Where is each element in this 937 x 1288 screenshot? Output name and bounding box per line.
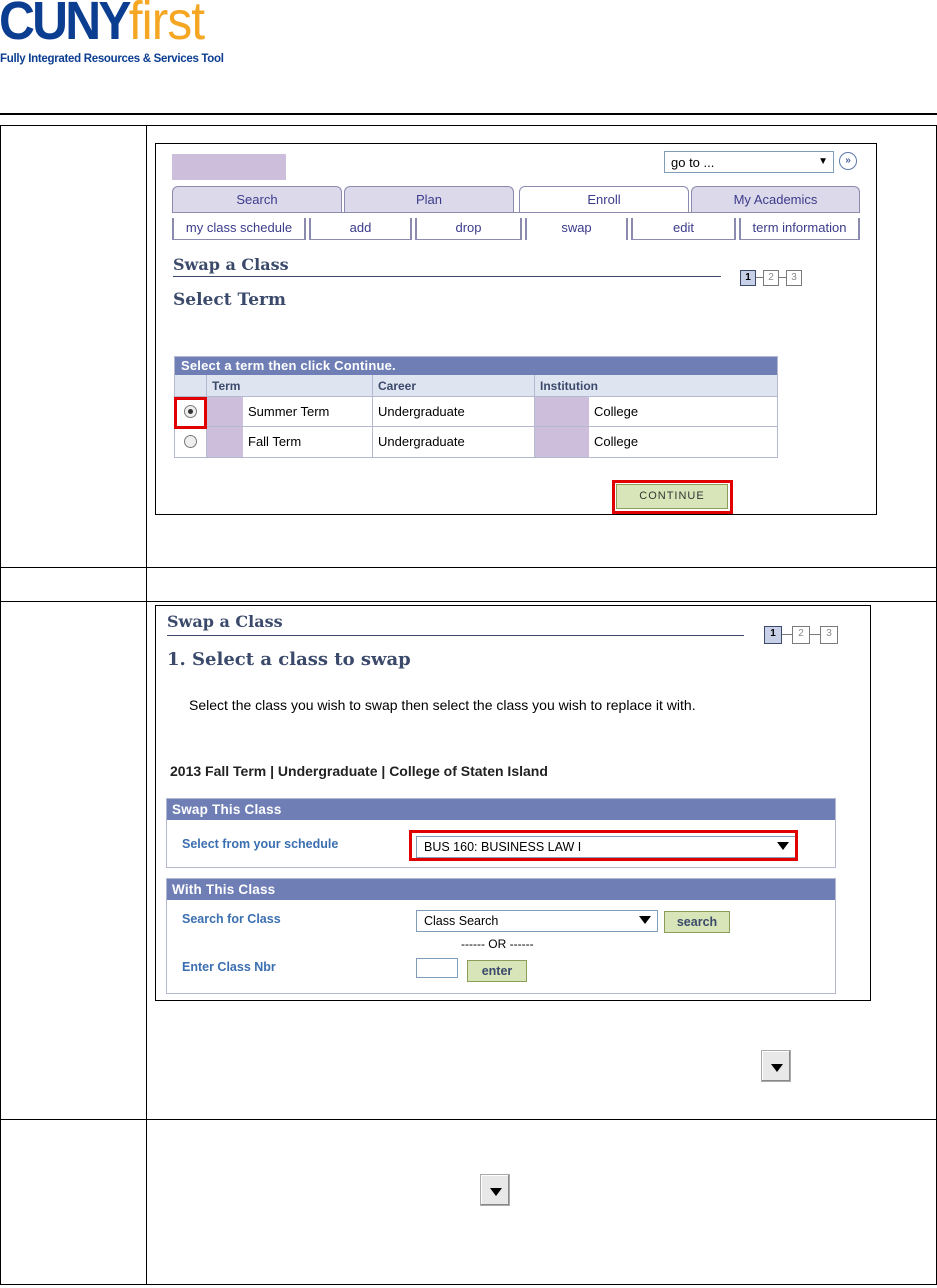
subtab-add[interactable]: add (309, 218, 412, 240)
term-cell: Summer Term (206, 397, 372, 426)
term-radio-fall[interactable] (184, 435, 197, 448)
section-title: Select Term (173, 290, 286, 310)
term-name: Fall Term (248, 434, 302, 449)
step-1: 1 (764, 626, 782, 644)
logo-cuny: CUNY (0, 0, 131, 51)
redacted-college (535, 427, 589, 457)
table-row-divider (1, 1119, 936, 1120)
institution-cell: College (534, 427, 777, 457)
subtab-term-information[interactable]: term information (739, 218, 860, 240)
term-cell: Fall Term (206, 427, 372, 457)
radio-highlight-box (174, 397, 207, 429)
goto-value: go to ... (671, 155, 715, 170)
step-2: 2 (763, 270, 779, 286)
tab-plan[interactable]: Plan (344, 186, 514, 212)
step-connector (779, 277, 786, 278)
schedule-select-highlight (409, 830, 798, 861)
step-1: 1 (740, 270, 756, 286)
subtab-my-class-schedule[interactable]: my class schedule (172, 218, 306, 240)
grid-header: Term Career Institution (175, 375, 777, 397)
redacted-college (535, 397, 589, 426)
page-title: Swap a Class (173, 255, 289, 274)
class-nbr-input[interactable] (416, 958, 458, 978)
goto-dropdown[interactable]: go to ... ▼ (664, 151, 834, 173)
step-3: 3 (786, 270, 802, 286)
sub-tabs: my class schedule add drop swap edit ter… (172, 218, 860, 240)
swap-panel-heading: Swap This Class (167, 799, 835, 820)
header-career: Career (372, 375, 534, 396)
title-rule (173, 276, 721, 277)
step-3: 3 (820, 626, 838, 644)
instructions-text: Select the class you wish to swap then s… (189, 697, 696, 713)
term-name: Summer Term (248, 404, 330, 419)
dropdown-arrow-icon (761, 1050, 791, 1082)
section-title: 1. Select a class to swap (167, 649, 411, 670)
header-term: Term (206, 375, 372, 396)
continue-highlight-box (612, 480, 733, 514)
subtab-drop[interactable]: drop (415, 218, 522, 240)
chevron-down-icon (639, 916, 651, 924)
dropdown-arrow-icon (480, 1174, 510, 1206)
step-connector (756, 277, 763, 278)
subtab-edit[interactable]: edit (631, 218, 736, 240)
redacted-name (172, 154, 286, 180)
search-button[interactable]: search (664, 911, 730, 933)
enter-class-nbr-label: Enter Class Nbr (182, 960, 276, 974)
tab-my-academics[interactable]: My Academics (691, 186, 860, 212)
step-connector (782, 634, 792, 635)
career-cell: Undergraduate (372, 427, 534, 457)
enter-button[interactable]: enter (467, 960, 527, 982)
institution-name: College (594, 434, 639, 449)
institution-name: College (594, 404, 639, 419)
table-column-divider (146, 126, 147, 1284)
institution-cell: College (534, 397, 777, 426)
class-search-select[interactable]: Class Search (416, 910, 658, 932)
chevron-down-icon: ▼ (818, 156, 828, 167)
with-this-class-panel: With This Class Search for Class Class S… (166, 878, 836, 994)
table-row-divider (1, 601, 936, 602)
page-title: Swap a Class (167, 612, 283, 631)
term-summary: 2013 Fall Term | Undergraduate | College… (170, 763, 548, 779)
header-rule (0, 113, 937, 115)
tab-underline (172, 212, 860, 213)
logo-wordmark: CUNYfirst (0, 0, 205, 51)
tab-search[interactable]: Search (172, 186, 342, 212)
table-row-divider (1, 567, 936, 568)
select-term-screenshot: go to ... ▼ » Search Plan Enroll My Acad… (155, 143, 877, 515)
search-for-class-label: Search for Class (182, 912, 281, 926)
title-rule (167, 635, 744, 636)
grid-caption: Select a term then click Continue. (175, 357, 777, 375)
table-row[interactable]: Fall Term Undergraduate College (175, 427, 777, 457)
logo-first: first (128, 0, 205, 51)
subtab-swap[interactable]: swap (525, 218, 628, 240)
with-panel-heading: With This Class (167, 879, 835, 900)
career-cell: Undergraduate (372, 397, 534, 426)
header-institution: Institution (534, 375, 777, 396)
logo-tagline: Fully Integrated Resources & Services To… (0, 53, 224, 65)
class-search-select-value: Class Search (424, 914, 499, 928)
or-divider: ------ OR ------ (461, 937, 534, 951)
table-row[interactable]: Summer Term Undergraduate College (175, 397, 777, 427)
double-chevron-right-icon[interactable]: » (839, 152, 857, 170)
redacted-year (207, 427, 243, 457)
redacted-year (207, 397, 243, 426)
cunyfirst-logo: CUNYfirst Fully Integrated Resources & S… (0, 0, 240, 70)
tab-enroll[interactable]: Enroll (519, 186, 689, 213)
swap-class-screenshot: Swap a Class 1. Select a class to swap 1… (155, 605, 871, 1001)
step-connector (810, 634, 820, 635)
step-2: 2 (792, 626, 810, 644)
term-grid: Select a term then click Continue. Term … (174, 356, 778, 458)
select-schedule-label: Select from your schedule (182, 837, 339, 851)
